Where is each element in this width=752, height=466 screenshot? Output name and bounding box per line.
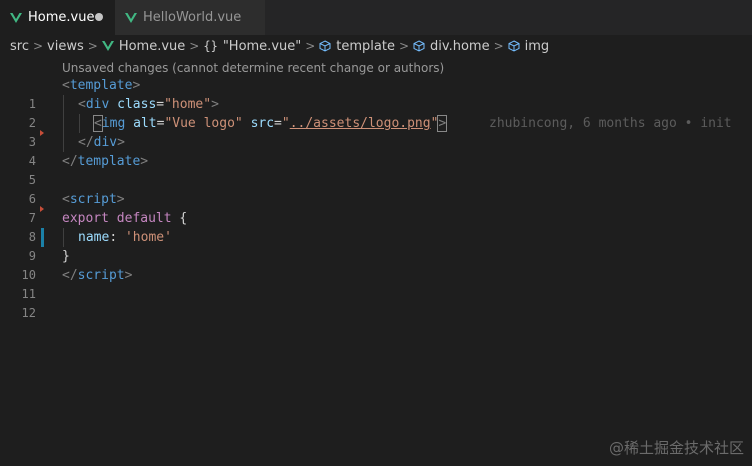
code-line: 5 </template> bbox=[0, 152, 752, 187]
token: template bbox=[77, 154, 141, 169]
breadcrumb-label: template bbox=[336, 38, 395, 54]
token: " bbox=[281, 116, 290, 131]
chevron-right-icon: > bbox=[305, 39, 316, 53]
line-number: 12 bbox=[21, 306, 36, 320]
chevron-right-icon: > bbox=[87, 39, 98, 53]
token: alt bbox=[133, 116, 157, 131]
token: default bbox=[116, 211, 172, 226]
git-blame-annotation: zhubincong, 6 months ago • init bbox=[489, 116, 732, 131]
breadcrumb-label: src bbox=[10, 38, 29, 54]
object-braces-icon: {} bbox=[203, 39, 218, 53]
token: > bbox=[132, 78, 141, 93]
code-line: 11 </script> bbox=[0, 266, 752, 301]
token: </ bbox=[62, 154, 78, 169]
code-line: 8 export default { bbox=[0, 209, 752, 244]
token: template bbox=[69, 78, 133, 93]
breadcrumb-label: Home.vue bbox=[118, 38, 186, 54]
code-line: 7 <script> bbox=[0, 190, 752, 225]
chevron-right-icon: > bbox=[32, 39, 44, 53]
code-line-current: 3 <img alt="Vue logo" src="../assets/log… bbox=[0, 114, 752, 149]
path-link[interactable]: ../assets/logo.png bbox=[290, 116, 431, 131]
token: < bbox=[62, 192, 70, 207]
code-line: 10 } bbox=[0, 247, 752, 282]
token: name bbox=[78, 230, 110, 245]
token: img bbox=[101, 116, 126, 131]
code-line: 6 bbox=[0, 171, 752, 206]
token: = bbox=[274, 116, 282, 131]
token: "home" bbox=[164, 97, 212, 112]
chevron-right-icon: > bbox=[398, 39, 410, 53]
token: > bbox=[211, 97, 219, 112]
code-line: 9 name: 'home' bbox=[0, 228, 752, 263]
token: </ bbox=[78, 135, 94, 150]
token: > bbox=[124, 268, 133, 283]
breadcrumb-label: img bbox=[524, 38, 550, 54]
code-line: 4 </div> bbox=[0, 133, 752, 168]
editor-tab-bar: Home.vue HelloWorld.vue bbox=[0, 0, 752, 35]
breadcrumb-item-src[interactable]: src bbox=[10, 39, 29, 54]
breadcrumb-item-views[interactable]: views bbox=[47, 39, 84, 54]
token-matched-bracket: < bbox=[93, 115, 103, 132]
chevron-right-icon: > bbox=[493, 39, 504, 53]
token: } bbox=[62, 249, 70, 264]
indent-guide bbox=[63, 133, 64, 152]
vue-file-icon bbox=[10, 12, 22, 23]
indent-guide bbox=[63, 95, 64, 114]
token: > bbox=[116, 192, 125, 207]
breadcrumb-item-div-home[interactable]: div.home bbox=[413, 39, 490, 54]
vue-file-icon bbox=[125, 12, 137, 23]
token: script bbox=[77, 268, 125, 283]
token: > bbox=[117, 135, 125, 150]
token: : bbox=[109, 230, 118, 245]
token: div bbox=[85, 97, 110, 112]
indent-guide bbox=[63, 114, 64, 133]
code-line: 1 <template> bbox=[0, 76, 752, 111]
modified-line-indicator[interactable] bbox=[41, 228, 44, 247]
token: div bbox=[93, 135, 118, 150]
breadcrumb-item-home-vue[interactable]: Home.vue bbox=[101, 38, 186, 54]
tab-label: Home.vue bbox=[28, 10, 95, 25]
chevron-right-icon: > bbox=[189, 39, 200, 53]
token: </ bbox=[62, 268, 78, 283]
token: src bbox=[250, 116, 275, 131]
token-matched-bracket: > bbox=[437, 115, 448, 132]
vue-file-icon bbox=[101, 41, 114, 51]
cube-icon bbox=[319, 40, 331, 52]
token: class bbox=[117, 97, 157, 112]
breadcrumb-item-object[interactable]: {} "Home.vue" bbox=[203, 39, 301, 54]
token: = bbox=[156, 97, 165, 112]
token: export bbox=[62, 211, 109, 226]
breadcrumb-item-template[interactable]: template bbox=[319, 39, 395, 54]
token: "Vue logo" bbox=[164, 116, 243, 131]
cube-icon bbox=[508, 40, 520, 52]
indent-guide bbox=[63, 228, 64, 247]
token: 'home' bbox=[124, 230, 172, 245]
codelens-unsaved-changes[interactable]: Unsaved changes (cannot determine recent… bbox=[62, 59, 444, 77]
unsaved-dot-icon[interactable] bbox=[95, 13, 103, 21]
token: > bbox=[140, 154, 149, 169]
indent-guide bbox=[79, 114, 80, 133]
token: script bbox=[69, 192, 117, 207]
breadcrumb-label: views bbox=[47, 38, 84, 54]
token: < bbox=[62, 78, 70, 93]
watermark: @稀土掘金技术社区 bbox=[608, 439, 744, 457]
token: { bbox=[179, 211, 188, 226]
tab-home-vue[interactable]: Home.vue bbox=[0, 0, 115, 35]
breadcrumb-label: div.home bbox=[430, 38, 490, 54]
code-line: 2 <div class="home"> bbox=[0, 95, 752, 130]
tab-helloworld-vue[interactable]: HelloWorld.vue bbox=[115, 0, 265, 35]
cube-icon bbox=[413, 40, 425, 52]
breadcrumb-item-img[interactable]: img bbox=[508, 38, 550, 54]
breadcrumb: src > views > Home.vue > {} "Home.vue" >… bbox=[0, 35, 752, 57]
code-line: 12 bbox=[0, 285, 752, 320]
tab-label: HelloWorld.vue bbox=[143, 10, 242, 25]
breadcrumb-label: "Home.vue" bbox=[222, 38, 302, 54]
token: < bbox=[78, 97, 86, 112]
